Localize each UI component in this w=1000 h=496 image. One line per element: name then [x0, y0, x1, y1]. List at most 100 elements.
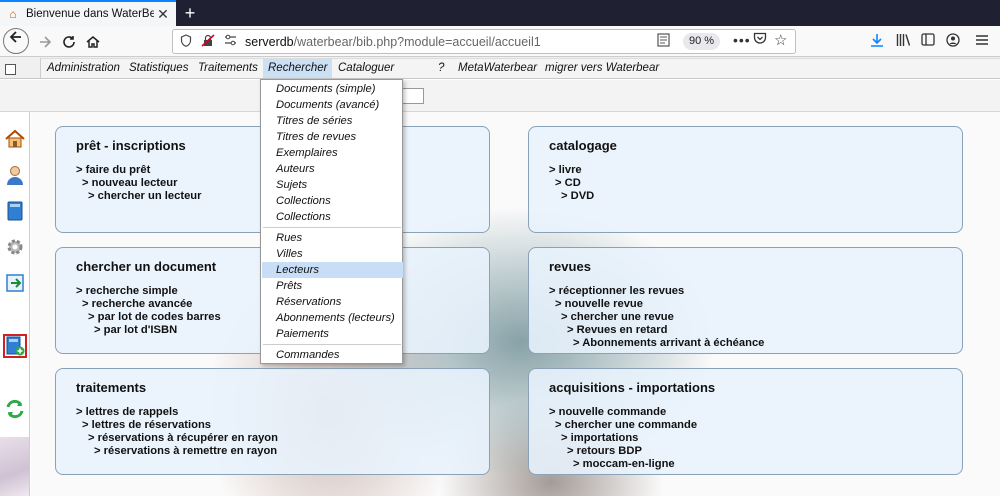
- book-icon[interactable]: [4, 200, 26, 222]
- menu-statistiques[interactable]: Statistiques: [129, 62, 188, 74]
- menu-metawaterbear[interactable]: MetaWaterbear: [458, 62, 537, 74]
- dd-exemplaires[interactable]: Exemplaires: [262, 145, 403, 161]
- dd-documents-simple[interactable]: Documents (simple): [262, 81, 403, 97]
- hamburger-menu-icon[interactable]: [975, 33, 989, 49]
- dd-collections-2[interactable]: Collections: [262, 209, 403, 225]
- pocket-icon[interactable]: [753, 32, 767, 48]
- bookmark-star-icon[interactable]: ☆: [774, 31, 787, 49]
- link-receptionner-revues[interactable]: > réceptionner les revues: [549, 285, 764, 298]
- browser-tab[interactable]: ⌂ Bienvenue dans WaterBear ✕: [0, 0, 176, 26]
- menu-traitements[interactable]: Traitements: [198, 62, 258, 74]
- url-text[interactable]: serverdb/waterbear/bib.php?module=accuei…: [245, 35, 541, 49]
- link-livre[interactable]: > livre: [549, 164, 594, 177]
- link-faire-pret[interactable]: > faire du prêt: [76, 164, 201, 177]
- dd-auteurs[interactable]: Auteurs: [262, 161, 403, 177]
- link-cd[interactable]: > CD: [549, 177, 594, 190]
- dd-prets[interactable]: Prêts: [262, 278, 403, 294]
- link-recherche-avancee[interactable]: > recherche avancée: [76, 298, 221, 311]
- home-favicon-icon: ⌂: [9, 7, 17, 21]
- page-actions-icon[interactable]: •••: [733, 32, 751, 48]
- dd-villes[interactable]: Villes: [262, 246, 403, 262]
- export-icon[interactable]: [4, 272, 26, 294]
- link-chercher-lecteur[interactable]: > chercher un lecteur: [76, 190, 201, 203]
- menu-strip: Administration Statistiques Traitements …: [40, 58, 1000, 78]
- panel-traitements: traitements > lettres de rappels > lettr…: [55, 368, 490, 475]
- link-importations[interactable]: > importations: [549, 432, 697, 445]
- dd-titres-revues[interactable]: Titres de revues: [262, 129, 403, 145]
- forward-button[interactable]: [33, 30, 57, 54]
- link-moccam[interactable]: > moccam-en-ligne: [549, 458, 697, 471]
- menu-rechercher[interactable]: Rechercher: [263, 59, 333, 78]
- sidebar-icon[interactable]: [921, 33, 935, 49]
- back-button[interactable]: [3, 28, 29, 54]
- link-chercher-commande[interactable]: > chercher une commande: [549, 419, 697, 432]
- dd-lecteurs[interactable]: Lecteurs: [262, 262, 403, 278]
- link-reservations-recuperer[interactable]: > réservations à récupérer en rayon: [76, 432, 278, 445]
- url-host: serverdb: [245, 34, 294, 49]
- sync-icon[interactable]: [4, 398, 26, 420]
- home-button[interactable]: [81, 30, 105, 54]
- rechercher-dropdown: Documents (simple) Documents (avancé) Ti…: [260, 79, 403, 364]
- link-revues-retard[interactable]: > Revues en retard: [549, 324, 764, 337]
- gear-icon[interactable]: [4, 236, 26, 258]
- link-isbn[interactable]: > par lot d'ISBN: [76, 324, 221, 337]
- arrow-left-icon: [9, 31, 21, 43]
- user-icon[interactable]: [4, 164, 26, 186]
- insecure-lock-icon[interactable]: [199, 33, 217, 50]
- dd-abonnements[interactable]: Abonnements (lecteurs): [262, 310, 403, 326]
- dd-titres-series[interactable]: Titres de séries: [262, 113, 403, 129]
- home-nav-icon[interactable]: [4, 128, 26, 150]
- reload-button[interactable]: [57, 30, 81, 54]
- new-document-icon[interactable]: [3, 334, 27, 358]
- menu-cataloguer[interactable]: Cataloguer: [338, 62, 394, 74]
- home-icon: [86, 36, 100, 48]
- dd-collections[interactable]: Collections: [262, 193, 403, 209]
- link-retours-bdp[interactable]: > retours BDP: [549, 445, 697, 458]
- menu-administration[interactable]: Administration: [47, 62, 120, 74]
- link-recherche-simple[interactable]: > recherche simple: [76, 285, 221, 298]
- dd-sujets[interactable]: Sujets: [262, 177, 403, 193]
- quick-search-input[interactable]: [402, 88, 424, 104]
- dd-paiements[interactable]: Paiements: [262, 326, 403, 342]
- panel-title: traitements: [76, 380, 147, 395]
- dd-documents-avance[interactable]: Documents (avancé): [262, 97, 403, 113]
- link-nouveau-lecteur[interactable]: > nouveau lecteur: [76, 177, 201, 190]
- panel-title: prêt - inscriptions: [76, 138, 186, 153]
- library-icon[interactable]: [896, 33, 911, 50]
- zoom-level[interactable]: 90 %: [683, 33, 721, 50]
- app-menu-bar: Administration Statistiques Traitements …: [0, 57, 1000, 79]
- shield-icon[interactable]: [177, 33, 195, 50]
- close-tab-icon[interactable]: ✕: [154, 6, 172, 23]
- download-icon[interactable]: [870, 33, 884, 51]
- link-abonnements-echeance[interactable]: > Abonnements arrivant à échéance: [549, 337, 764, 350]
- link-lettres-rappels[interactable]: > lettres de rappels: [76, 406, 278, 419]
- dropdown-separator: [263, 227, 401, 228]
- menu-checkbox[interactable]: [5, 64, 16, 75]
- link-nouvelle-commande[interactable]: > nouvelle commande: [549, 406, 697, 419]
- panel-catalogage: catalogage > livre > CD > DVD: [528, 126, 963, 233]
- link-reservations-remettre[interactable]: > réservations à remettre en rayon: [76, 445, 278, 458]
- permissions-icon[interactable]: [221, 34, 239, 49]
- dd-reservations[interactable]: Réservations: [262, 294, 403, 310]
- menu-help[interactable]: ?: [438, 62, 444, 74]
- main-content: prêt - inscriptions > faire du prêt > no…: [31, 112, 1000, 496]
- address-bar[interactable]: serverdb/waterbear/bib.php?module=accuei…: [172, 29, 796, 54]
- link-chercher-revue[interactable]: > chercher une revue: [549, 311, 764, 324]
- panel-title: acquisitions - importations: [549, 380, 716, 395]
- dd-rues[interactable]: Rues: [262, 230, 403, 246]
- browser-tab-strip: ⌂ Bienvenue dans WaterBear ✕ +: [0, 0, 1000, 26]
- search-toolbar: [0, 80, 1000, 112]
- dropdown-separator: [263, 344, 401, 345]
- link-nouvelle-revue[interactable]: > nouvelle revue: [549, 298, 764, 311]
- link-lettres-reservations[interactable]: > lettres de réservations: [76, 419, 278, 432]
- menu-migrer[interactable]: migrer vers Waterbear: [545, 62, 659, 74]
- account-icon[interactable]: [946, 33, 960, 50]
- panel-title: catalogage: [549, 138, 617, 153]
- panel-title: chercher un document: [76, 259, 217, 274]
- tab-title: Bienvenue dans WaterBear: [26, 8, 154, 20]
- dd-commandes[interactable]: Commandes: [262, 347, 403, 363]
- link-dvd[interactable]: > DVD: [549, 190, 594, 203]
- link-codes-barres[interactable]: > par lot de codes barres: [76, 311, 221, 324]
- new-tab-button[interactable]: +: [180, 2, 200, 24]
- reader-view-icon[interactable]: [657, 33, 670, 50]
